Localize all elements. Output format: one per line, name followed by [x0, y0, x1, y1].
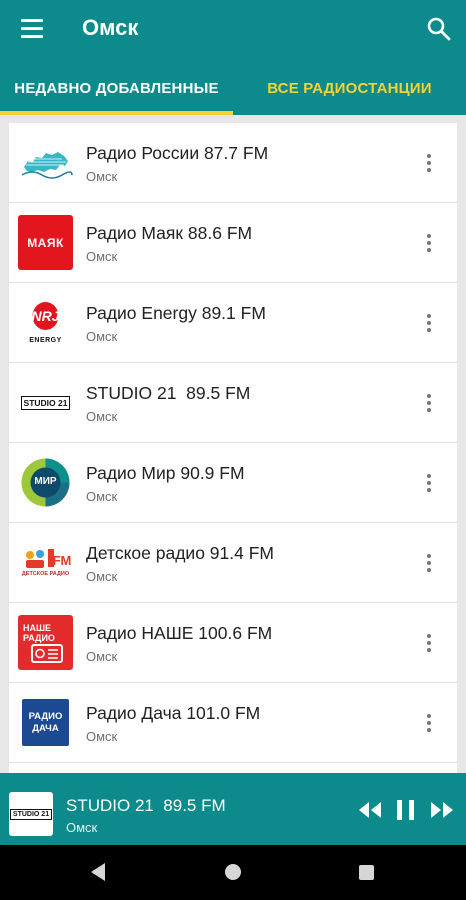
station-name: Радио Дача 101.0 FM: [86, 703, 261, 723]
kids-figures: FM: [26, 549, 72, 568]
tab-label: ВСЕ РАДИОСТАНЦИИ: [267, 80, 432, 97]
more-options-icon[interactable]: [419, 469, 439, 497]
station-city: Омск: [86, 169, 118, 184]
radio-rossii-logo: [18, 135, 73, 190]
more-options-icon[interactable]: [419, 389, 439, 417]
more-options-icon[interactable]: [419, 229, 439, 257]
energy-logo: NRJ ENERGY: [18, 295, 73, 350]
more-options-icon[interactable]: [419, 549, 439, 577]
nrj-mark: NRJ: [31, 302, 61, 330]
mayak-logo: МАЯК: [18, 215, 73, 270]
dacha-logo: РАДИО ДАЧА: [18, 695, 73, 750]
more-options-icon[interactable]: [419, 629, 439, 657]
logo-text: МАЯК: [27, 235, 64, 250]
rewind-icon[interactable]: [358, 801, 382, 819]
station-name: STUDIO 21 89.5 FM: [86, 383, 251, 403]
station-name: Детское радио 91.4 FM: [86, 543, 274, 563]
station-name: Радио Energy 89.1 FM: [86, 303, 266, 323]
station-city: Омск: [86, 249, 118, 264]
station-list[interactable]: Радио России 87.7 FM Омск МАЯК Радио Мая…: [9, 123, 457, 773]
station-name: Радио НАШЕ 100.6 FM: [86, 623, 273, 643]
station-city: Омск: [86, 649, 118, 664]
home-icon[interactable]: [224, 863, 242, 881]
logo-text: STUDIO 21: [20, 395, 71, 410]
station-row[interactable]: МИР Радио Мир 90.9 FM Омск: [9, 443, 457, 523]
menu-icon[interactable]: [14, 12, 50, 44]
page-title: Омск: [82, 15, 139, 40]
now-playing-title: STUDIO 21 89.5 FM: [66, 796, 226, 815]
tab-label: НЕДАВНО ДОБАВЛЕННЫЕ: [14, 80, 219, 97]
svg-text:FM: FM: [53, 553, 72, 568]
tab-recently-added[interactable]: НЕДАВНО ДОБАВЛЕННЫЕ: [0, 62, 233, 115]
more-options-icon[interactable]: [419, 309, 439, 337]
logo-text: РАДИО ДАЧА: [28, 710, 63, 734]
logo-text: ENERGY: [29, 337, 62, 344]
back-icon[interactable]: [89, 861, 107, 883]
station-row[interactable]: Радио России 87.7 FM Омск: [9, 123, 457, 203]
mir-logo: МИР: [18, 455, 73, 510]
station-row[interactable]: НАШЕ РАДИО Радио НАШЕ 100.6 FM Омск: [9, 603, 457, 683]
more-options-icon[interactable]: [419, 709, 439, 737]
station-name: Радио Мир 90.9 FM: [86, 463, 245, 483]
station-name: Радио России 87.7 FM: [86, 143, 269, 163]
station-city: Омск: [86, 409, 118, 424]
logo-text: ДЕТСКОЕ РАДИО: [21, 571, 70, 577]
station-city: Омск: [86, 729, 118, 744]
search-icon[interactable]: [424, 14, 454, 44]
studio21-logo: STUDIO 21: [18, 375, 73, 430]
radio-set-icon: [31, 644, 63, 663]
pause-icon[interactable]: [395, 799, 417, 821]
svg-text:NRJ: NRJ: [31, 308, 60, 324]
system-nav-bar: [0, 845, 466, 900]
station-city: Омск: [86, 329, 118, 344]
mini-player[interactable]: STUDIO 21 STUDIO 21 89.5 FM Омск: [0, 773, 466, 845]
station-city: Омск: [86, 489, 118, 504]
app-bar: Омск НЕДАВНО ДОБАВЛЕННЫЕ ВСЕ РАДИОСТАНЦИ…: [0, 0, 466, 115]
logo-text: МИР: [34, 476, 57, 487]
tab-all-stations[interactable]: ВСЕ РАДИОСТАНЦИИ: [233, 62, 466, 115]
station-row[interactable]: FM ДЕТСКОЕ РАДИО Детское радио 91.4 FM О…: [9, 523, 457, 603]
station-row[interactable]: STUDIO 21 STUDIO 21 89.5 FM Омск: [9, 363, 457, 443]
station-name: Радио Маяк 88.6 FM: [86, 223, 253, 243]
detskoe-radio-logo: FM ДЕТСКОЕ РАДИО: [18, 535, 73, 590]
station-row[interactable]: МАЯК Радио Маяк 88.6 FM Омск: [9, 203, 457, 283]
more-options-icon[interactable]: [419, 149, 439, 177]
station-row[interactable]: РАДИО ДАЧА Радио Дача 101.0 FM Омск: [9, 683, 457, 763]
logo-text: STUDIO 21: [9, 808, 53, 820]
now-playing-city: Омск: [66, 820, 98, 835]
nashe-logo: НАШЕ РАДИО: [18, 615, 73, 670]
fast-forward-icon[interactable]: [430, 801, 454, 819]
station-city: Омск: [86, 569, 118, 584]
station-row[interactable]: NRJ ENERGY Радио Energy 89.1 FM Омск: [9, 283, 457, 363]
tab-bar: НЕДАВНО ДОБАВЛЕННЫЕ ВСЕ РАДИОСТАНЦИИ: [0, 62, 466, 115]
studio21-logo: STUDIO 21: [9, 792, 53, 836]
tab-indicator: [0, 111, 233, 115]
recents-icon[interactable]: [358, 864, 375, 881]
